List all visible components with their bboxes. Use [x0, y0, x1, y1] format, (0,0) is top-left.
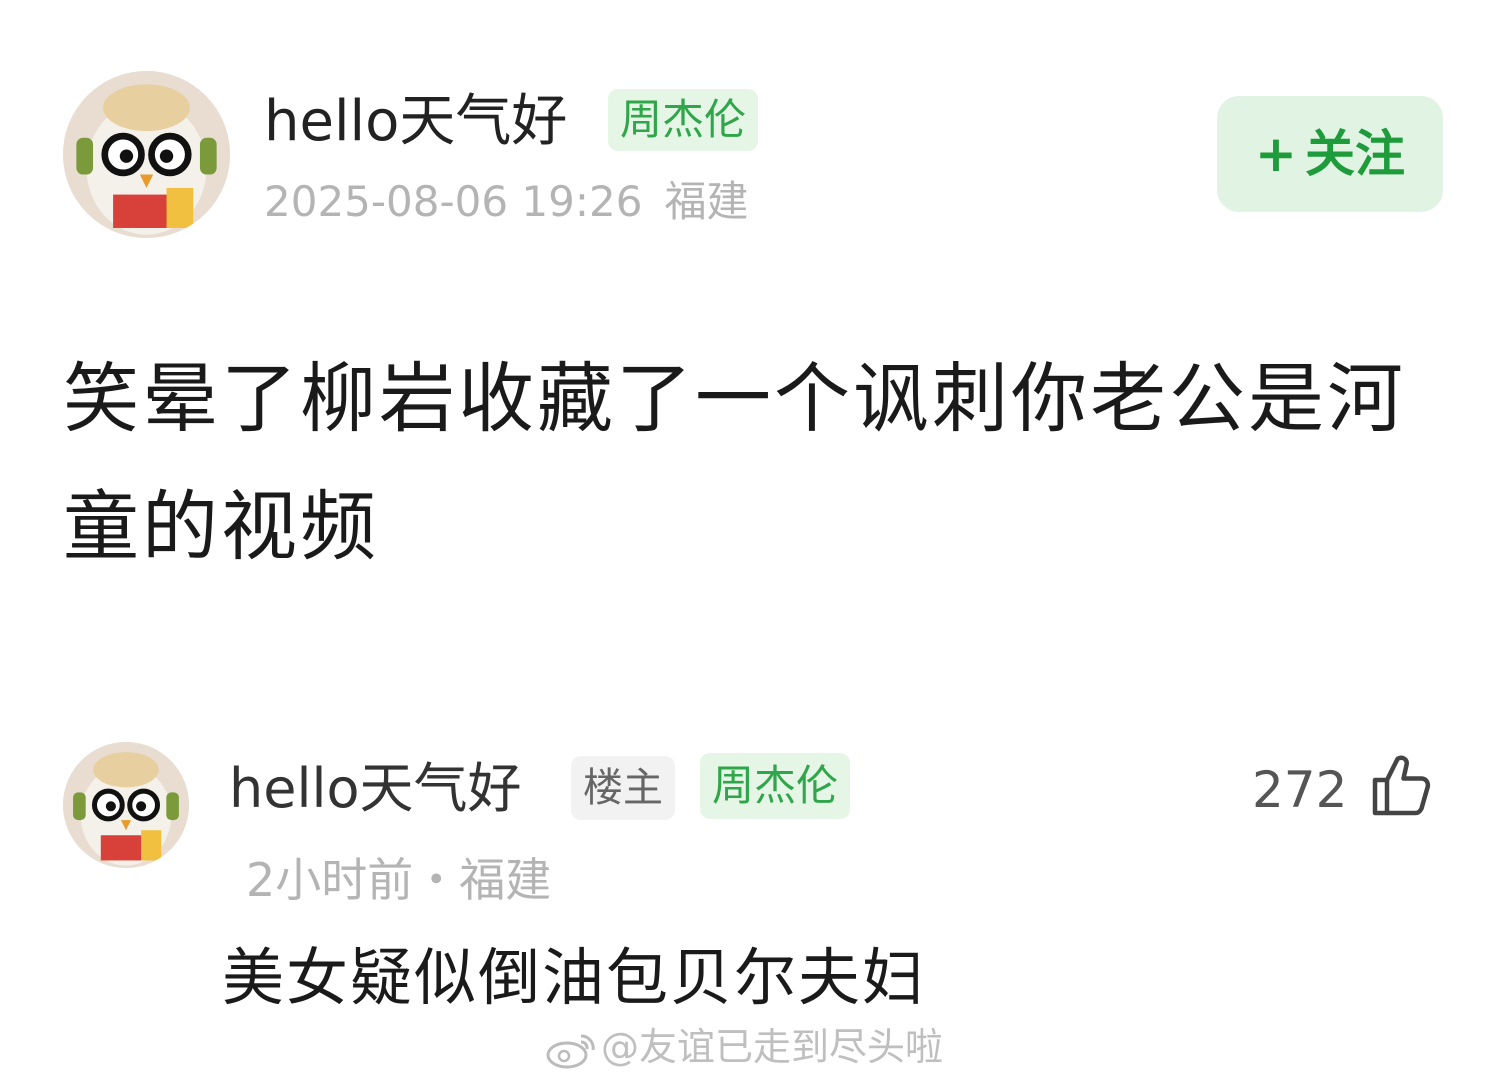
post-content: 笑晕了柳岩收藏了一个讽刺你老公是河童的视频	[63, 354, 1406, 571]
watermark: @友谊已走到尽头啦	[545, 1020, 943, 1074]
follow-label: 关注	[1304, 125, 1405, 183]
fan-badge: 周杰伦	[608, 89, 759, 151]
post-meta: 2025-08-06 19:26 福建	[264, 174, 749, 230]
avatar-image	[63, 742, 189, 868]
comment-avatar[interactable]	[63, 742, 189, 868]
post-datetime: 2025-08-06 19:26	[264, 177, 643, 226]
comment-text: 美女疑似倒油包贝尔夫妇	[222, 941, 927, 1014]
comment-meta: 2小时前・福建	[246, 853, 552, 907]
post-username[interactable]: hello天气好	[264, 86, 567, 158]
weibo-icon	[546, 1033, 595, 1068]
post-location: 福建	[664, 177, 749, 226]
plus-icon: +	[1255, 125, 1297, 183]
avatar-image	[63, 71, 230, 238]
watermark-text: @友谊已走到尽头啦	[601, 1025, 944, 1069]
comment-username[interactable]: hello天气好	[229, 754, 522, 824]
like-count: 272	[1252, 761, 1348, 819]
host-badge: 楼主	[571, 756, 675, 820]
thumbs-up-icon[interactable]	[1366, 750, 1438, 822]
follow-button[interactable]: + 关注	[1217, 96, 1443, 212]
fan-badge: 周杰伦	[700, 753, 851, 819]
post-avatar[interactable]	[63, 71, 230, 238]
